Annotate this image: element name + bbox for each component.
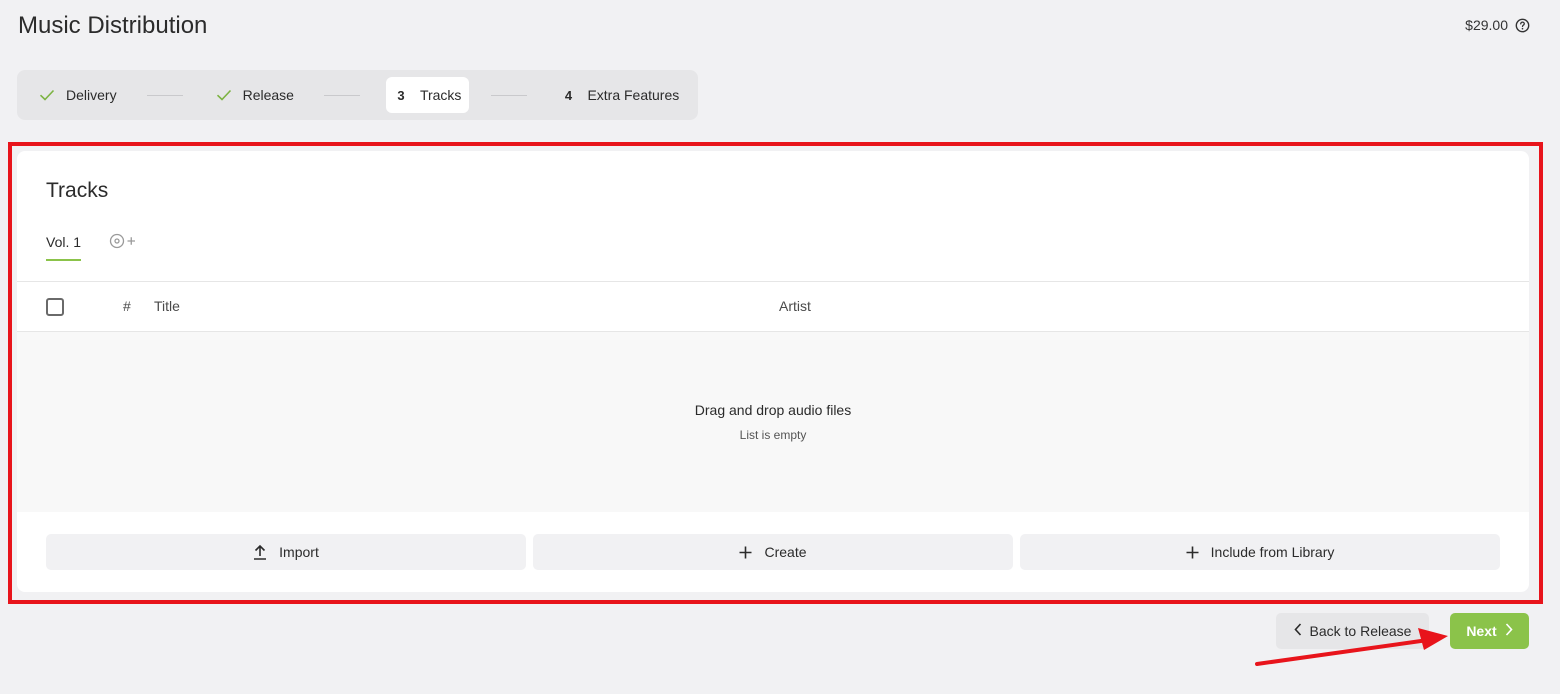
step-divider [323, 94, 360, 96]
create-label: Create [764, 544, 807, 560]
next-label: Next [1466, 623, 1497, 639]
step-number: 4 [564, 87, 573, 103]
price-value: $29.00 [1465, 17, 1508, 33]
check-icon [209, 89, 239, 101]
import-button[interactable]: Import [46, 534, 526, 570]
include-from-library-button[interactable]: Include from Library [1020, 534, 1500, 570]
step-label: Extra Features [587, 87, 680, 103]
back-to-release-button[interactable]: Back to Release [1276, 613, 1429, 649]
stepper: Delivery Release 3 Tracks 4 Extra Featur… [17, 70, 698, 120]
tab-vol-1[interactable]: Vol. 1 [46, 234, 82, 261]
check-icon [32, 89, 62, 101]
step-label: Release [242, 87, 294, 103]
empty-list-message: List is empty [739, 428, 807, 442]
step-divider [491, 94, 528, 96]
create-button[interactable]: Create [533, 534, 1013, 570]
step-number: 3 [397, 87, 405, 103]
step-tracks[interactable]: 3 Tracks [385, 77, 470, 113]
page-title: Music Distribution [18, 12, 208, 39]
chevron-right-icon [1505, 623, 1513, 639]
column-artist: Artist [779, 298, 811, 314]
add-disc-icon[interactable] [109, 233, 139, 249]
step-divider [146, 94, 183, 96]
plus-icon [739, 546, 752, 559]
step-label: Delivery [66, 87, 117, 103]
step-label: Tracks [419, 87, 462, 103]
plus-icon [1186, 546, 1199, 559]
back-label: Back to Release [1309, 623, 1412, 639]
select-all-checkbox[interactable] [46, 298, 64, 316]
step-extra-features[interactable]: 4 Extra Features [553, 77, 687, 113]
track-actions: Import Create Include from Library [46, 534, 1500, 570]
chevron-left-icon [1293, 623, 1302, 639]
library-label: Include from Library [1210, 544, 1335, 560]
step-delivery[interactable]: Delivery [32, 77, 125, 113]
import-label: Import [279, 544, 319, 560]
next-button[interactable]: Next [1450, 613, 1529, 649]
question-circle-icon[interactable] [1515, 18, 1530, 33]
column-title: Title [154, 298, 180, 314]
table-header: # Title Artist [17, 281, 1529, 332]
column-number: # [123, 298, 131, 314]
step-release[interactable]: Release [209, 77, 302, 113]
dropzone-message: Drag and drop audio files [694, 402, 852, 418]
tracks-card: Tracks Vol. 1 # Title Artist Drag and dr… [17, 151, 1529, 592]
audio-dropzone[interactable]: Drag and drop audio files List is empty [17, 332, 1529, 512]
upload-icon [253, 544, 267, 560]
price-display: $29.00 [1465, 17, 1530, 33]
tracks-title: Tracks [46, 179, 109, 202]
